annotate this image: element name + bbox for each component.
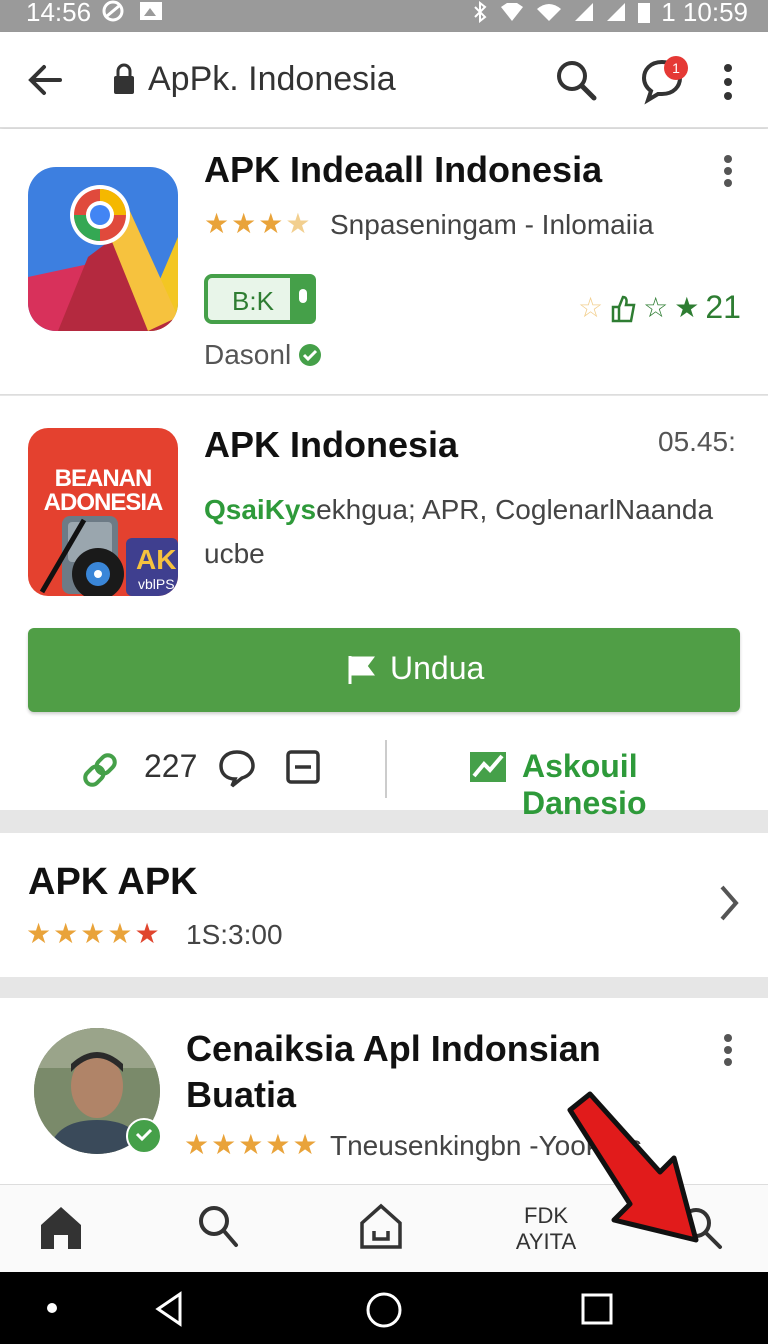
bk-toggle[interactable]: B:K xyxy=(204,274,316,324)
icon-text-2: ADONESIA xyxy=(43,489,164,516)
notification-badge: 1 xyxy=(664,56,688,80)
more-vert-icon[interactable] xyxy=(716,60,740,104)
status-clock: 1 10:59 xyxy=(661,0,748,27)
desc-green: QsaiKys xyxy=(204,494,317,525)
app-bar: ApPk. Indonesia 1 xyxy=(0,32,768,128)
chevron-right-icon[interactable] xyxy=(716,883,742,923)
chart-check-icon xyxy=(470,752,506,782)
app-title[interactable]: Cenaiksia Apl Indonsian xyxy=(186,1028,601,1070)
star-icon: ★ xyxy=(204,208,230,239)
star-icon: ★ xyxy=(674,292,700,323)
status-bar: 14:56 1 10:59 xyxy=(0,0,768,32)
wifi-icon xyxy=(537,4,562,21)
link-count: 227 xyxy=(144,748,198,784)
image-icon xyxy=(140,2,162,20)
recents-square-icon[interactable] xyxy=(580,1292,614,1326)
star-half-icon: ★ xyxy=(285,208,311,239)
install-label: Undua xyxy=(390,650,485,686)
nav-item-4[interactable]: FDK AYITA xyxy=(506,1203,586,1255)
maps-logo-icon xyxy=(28,185,178,331)
cell-signal-2-icon xyxy=(607,3,626,21)
app-meta: 1S:3:00 xyxy=(186,919,283,950)
app-card-2[interactable]: BEANAN ADONESIA AK vblPS APK Indonesia 0… xyxy=(0,396,768,821)
app-meta: Tneusenkingbn -Yookeils xyxy=(330,1130,642,1161)
search-icon[interactable] xyxy=(676,1205,724,1251)
toggle-label: B:K xyxy=(232,286,274,316)
bluetooth-icon xyxy=(474,1,487,23)
star-icon: ★ xyxy=(107,918,133,949)
search-icon[interactable] xyxy=(196,1203,240,1251)
star-icon: ★ xyxy=(238,1129,264,1160)
rating-stars: ★ ★ ★ ★ ★ xyxy=(184,1128,318,1161)
action-divider xyxy=(385,740,387,798)
bottom-nav: FDK AYITA xyxy=(0,1184,768,1272)
dot-icon xyxy=(47,1303,57,1313)
install-button[interactable]: Undua xyxy=(28,628,740,712)
icon-text-sub: vblPS xyxy=(138,576,175,592)
home-circle-icon[interactable] xyxy=(364,1290,404,1330)
link-icon[interactable] xyxy=(80,750,120,790)
star-icon: ★ xyxy=(258,208,284,239)
star-icon: ★ xyxy=(231,208,257,239)
app-title[interactable]: APK APK xyxy=(28,861,198,904)
star-icon: ★ xyxy=(80,918,106,949)
right-action-link[interactable]: Askouil Danesio xyxy=(522,748,768,822)
page-title: ApPk. Indonesia xyxy=(148,60,396,98)
flag-icon xyxy=(348,656,375,684)
search-icon[interactable] xyxy=(552,56,600,104)
app-description: QsaiKysekhgua; APR, CoglenarlNaanda xyxy=(204,494,744,526)
more-vert-icon[interactable] xyxy=(716,153,740,189)
comment-icon[interactable] xyxy=(218,748,256,788)
status-right: 1 10:59 xyxy=(471,0,748,27)
developer-name[interactable]: Dasonl xyxy=(204,339,291,371)
icon-text-ak: AK xyxy=(136,544,177,575)
app-card-1[interactable]: APK Indeaall Indonesia ★ ★ ★ ★ Snpasenin… xyxy=(0,129,768,395)
verified-icon xyxy=(299,344,321,366)
star-icon: ★ xyxy=(26,918,52,949)
rating-stars: ★ ★ ★ ★ xyxy=(204,207,310,240)
system-nav-bar xyxy=(0,1272,768,1344)
app-icon-maps[interactable] xyxy=(28,167,178,331)
star-outline-icon: ☆ xyxy=(578,292,604,323)
back-arrow-icon[interactable] xyxy=(24,58,68,102)
sync-icon xyxy=(102,0,124,22)
rating-count: 21 xyxy=(705,289,741,325)
app-title[interactable]: APK Indeaall Indonesia xyxy=(204,149,602,191)
stats-row: ☆ ☆ ★ 21 xyxy=(578,289,741,326)
nav-item-4-line2: AYITA xyxy=(515,1229,577,1254)
battery-icon xyxy=(638,3,651,23)
star-icon: ★ xyxy=(184,1129,210,1160)
app-title-line-2[interactable]: Buatia xyxy=(186,1074,296,1116)
more-vert-icon[interactable] xyxy=(716,1032,740,1068)
thumb-up-icon xyxy=(611,295,636,322)
status-time: 14:56 xyxy=(26,0,92,27)
back-triangle-icon[interactable] xyxy=(152,1290,186,1328)
app-card-3[interactable]: APK APK ★ ★ ★ ★ ★ 1S:3:00 xyxy=(0,833,768,977)
desc-rest: ekhgua; APR, CoglenarlNaanda xyxy=(316,494,714,525)
app-time: 05.45: xyxy=(658,426,736,457)
minus-box-icon[interactable] xyxy=(286,750,320,784)
star-icon: ★ xyxy=(265,1129,291,1160)
app-title[interactable]: APK Indonesia xyxy=(204,424,458,466)
star-icon: ★ xyxy=(211,1129,237,1160)
toggle-knob xyxy=(290,274,316,324)
app-icon-indonesia[interactable]: BEANAN ADONESIA AK vblPS xyxy=(28,428,178,596)
rating-stars: ★ ★ ★ ★ ★ xyxy=(26,917,160,950)
home-icon[interactable] xyxy=(38,1203,84,1251)
house-icon[interactable] xyxy=(358,1201,404,1251)
nav-item-4-line1: FDK xyxy=(524,1203,568,1228)
verified-icon xyxy=(126,1118,162,1154)
cell-signal-icon xyxy=(575,3,594,21)
star-half-icon: ★ xyxy=(292,1129,318,1160)
status-left-icons xyxy=(100,0,164,22)
app-subtitle: Snpaseningam - Inlomaiia xyxy=(330,209,654,240)
desc-line-2: ucbe xyxy=(204,538,265,569)
star-half-icon: ★ xyxy=(134,918,160,949)
app-card-4[interactable]: Cenaiksia Apl Indonsian Buatia ★ ★ ★ ★ ★… xyxy=(0,998,768,1184)
star-icon: ★ xyxy=(53,918,79,949)
signal-diamond-icon xyxy=(501,3,524,21)
lock-icon xyxy=(114,63,134,94)
star-outline-icon: ☆ xyxy=(643,292,669,323)
